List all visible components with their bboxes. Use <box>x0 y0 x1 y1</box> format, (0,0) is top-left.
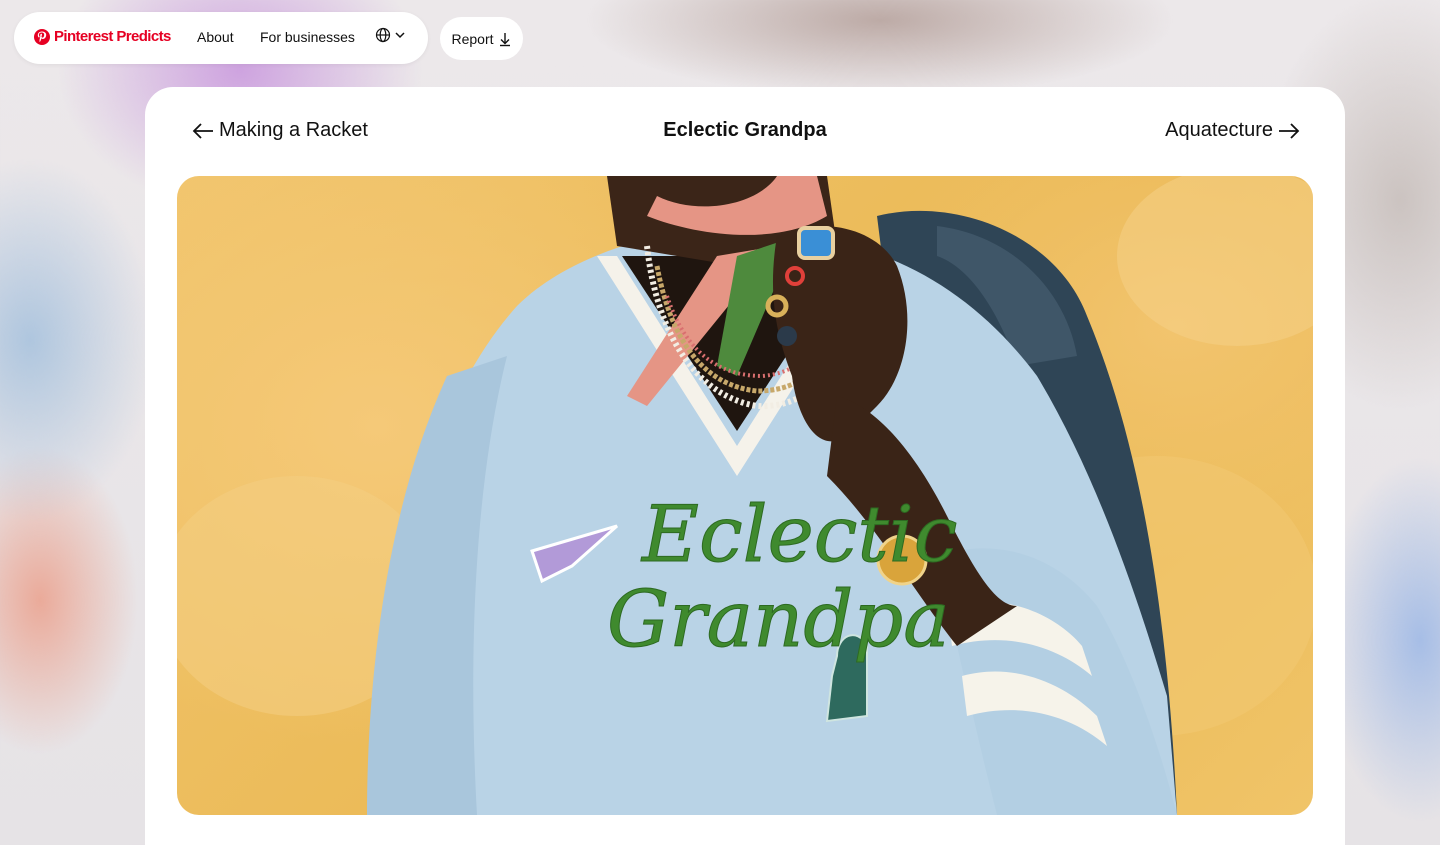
nav-about-link[interactable]: About <box>197 29 234 45</box>
trend-hero-image: Eclectic Grandpa <box>177 176 1313 815</box>
sweater-script-line2: Grandpa <box>607 575 950 665</box>
report-download-button[interactable]: Report <box>440 17 523 60</box>
globe-icon <box>375 27 391 43</box>
download-icon <box>499 32 510 46</box>
nav-for-businesses-link[interactable]: For businesses <box>260 29 355 45</box>
arrow-right-icon <box>1279 122 1300 139</box>
next-trend-link[interactable]: Aquatecture <box>1165 119 1301 142</box>
report-label: Report <box>451 30 494 47</box>
trend-navigation: Making a Racket Eclectic Grandpa Aquatec… <box>145 87 1345 175</box>
top-nav: Pinterest Predicts About For businesses <box>14 12 428 64</box>
next-trend-label: Aquatecture <box>1165 119 1273 141</box>
sweater-script-line1: Eclectic <box>640 490 957 580</box>
brand-logo[interactable]: Pinterest Predicts <box>34 28 171 45</box>
brand-name: Pinterest Predicts <box>54 28 171 45</box>
pinterest-logo-icon <box>34 28 50 45</box>
trend-card: Making a Racket Eclectic Grandpa Aquatec… <box>145 87 1345 845</box>
chevron-down-icon <box>395 32 405 39</box>
language-selector[interactable] <box>375 27 406 43</box>
